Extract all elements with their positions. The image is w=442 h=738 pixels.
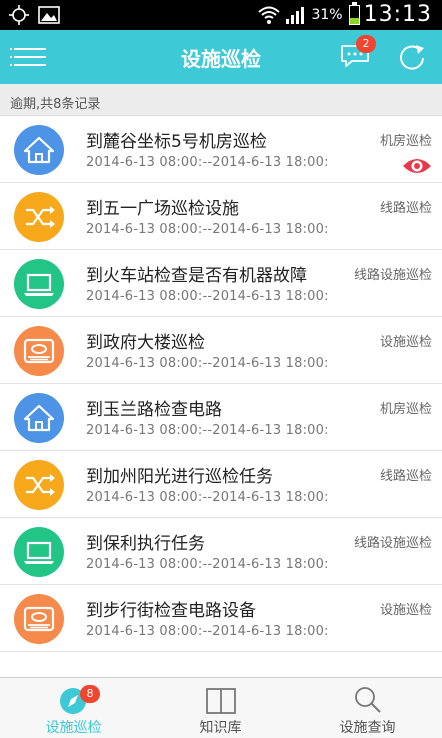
task-type: 线路设施巡检 [353, 536, 432, 551]
task-time-range: 2014-6-13 08:00:--2014-6-13 18:00: [86, 423, 329, 438]
task-title: 到五一广场巡检设施 [86, 199, 239, 219]
bottom-tab-bar: 设施巡检 知识库 设施查询 [0, 677, 442, 738]
task-time-range: 2014-6-13 08:00:--2014-6-13 18:00: [86, 490, 329, 505]
task-title: 到政府大楼巡检 [86, 333, 205, 353]
hard-drive-icon [14, 594, 64, 644]
page-title: 设施巡检 [181, 47, 261, 71]
tab-search[interactable]: 设施查询 [294, 678, 441, 738]
task-time-range: 2014-6-13 08:00:--2014-6-13 18:00: [86, 289, 329, 304]
task-type: 设施巡检 [379, 335, 432, 350]
home-icon [14, 125, 64, 175]
task-time-range: 2014-6-13 08:00:--2014-6-13 18:00: [86, 155, 329, 170]
task-type: 线路设施巡检 [353, 268, 432, 283]
book-icon [206, 688, 236, 714]
shuffle-icon [14, 192, 64, 242]
hard-drive-icon [14, 326, 64, 376]
task-type: 线路巡检 [379, 201, 432, 216]
task-type: 机房巡检 [379, 402, 432, 417]
battery-icon [348, 1, 360, 25]
task-type: 线路巡检 [379, 469, 432, 484]
record-summary-text: 逾期,共8条记录 [10, 97, 101, 112]
signal-icon [286, 6, 305, 24]
list-item[interactable]: 到政府大楼巡检 2014-6-13 08:00:--2014-6-13 18:00… [0, 317, 442, 384]
task-time-range: 2014-6-13 08:00:--2014-6-13 18:00: [86, 356, 329, 371]
task-time-range: 2014-6-13 08:00:--2014-6-13 18:00: [86, 222, 329, 237]
tab-badge: 8 [80, 685, 100, 703]
search-icon [355, 687, 381, 713]
eye-icon[interactable] [402, 156, 432, 176]
task-type: 机房巡检 [379, 134, 432, 149]
task-title: 到玉兰路检查电路 [86, 400, 222, 420]
app-header: 设施巡检 [0, 30, 442, 84]
refresh-icon[interactable] [396, 42, 428, 72]
tab-knowledge-label: 知识库 [199, 720, 242, 736]
task-list: 到麓谷坐标5号机房巡检 2014-6-13 08:00:--2014-6-13 1… [0, 116, 442, 652]
list-item[interactable]: 到麓谷坐标5号机房巡检 2014-6-13 08:00:--2014-6-13 1… [0, 116, 442, 183]
tab-search-label: 设施查询 [339, 720, 396, 736]
tab-inspection-label: 设施巡检 [45, 720, 102, 736]
list-item[interactable]: 到玉兰路检查电路 2014-6-13 08:00:--2014-6-13 18:0… [0, 384, 442, 451]
home-icon [14, 393, 64, 443]
status-bar: 31% 13:13 [0, 0, 442, 30]
list-item[interactable]: 到加州阳光进行巡检任务 2014-6-13 08:00:--2014-6-13 1… [0, 451, 442, 518]
gps-icon [9, 5, 29, 25]
battery-percent: 31% [311, 6, 343, 23]
task-time-range: 2014-6-13 08:00:--2014-6-13 18:00: [86, 557, 329, 572]
list-item[interactable]: 到五一广场巡检设施 2014-6-13 08:00:--2014-6-13 18:… [0, 183, 442, 250]
task-title: 到加州阳光进行巡检任务 [86, 467, 273, 487]
list-item[interactable]: 到步行街检查电路设备 2014-6-13 08:00:--2014-6-13 18… [0, 585, 442, 652]
list-item[interactable]: 到火车站检查是否有机器故障 2014-6-13 08:00:--2014-6-13… [0, 250, 442, 317]
clock: 13:13 [363, 2, 432, 27]
wifi-icon [258, 6, 281, 24]
task-title: 到火车站检查是否有机器故障 [86, 266, 307, 286]
task-title: 到步行街检查电路设备 [86, 601, 256, 621]
tab-inspection[interactable]: 设施巡检 [0, 678, 147, 738]
shuffle-icon [14, 460, 64, 510]
record-summary: 逾期,共8条记录 [0, 84, 442, 116]
picture-icon [38, 6, 60, 24]
laptop-icon [14, 527, 64, 577]
list-item[interactable]: 到保利执行任务 2014-6-13 08:00:--2014-6-13 18:00… [0, 518, 442, 585]
task-title: 到麓谷坐标5号机房巡检 [86, 132, 267, 152]
task-title: 到保利执行任务 [86, 534, 205, 554]
message-badge: 2 [356, 35, 376, 53]
task-time-range: 2014-6-13 08:00:--2014-6-13 18:00: [86, 624, 329, 639]
tab-knowledge[interactable]: 知识库 [147, 678, 294, 738]
laptop-icon [14, 259, 64, 309]
task-type: 设施巡检 [379, 603, 432, 618]
